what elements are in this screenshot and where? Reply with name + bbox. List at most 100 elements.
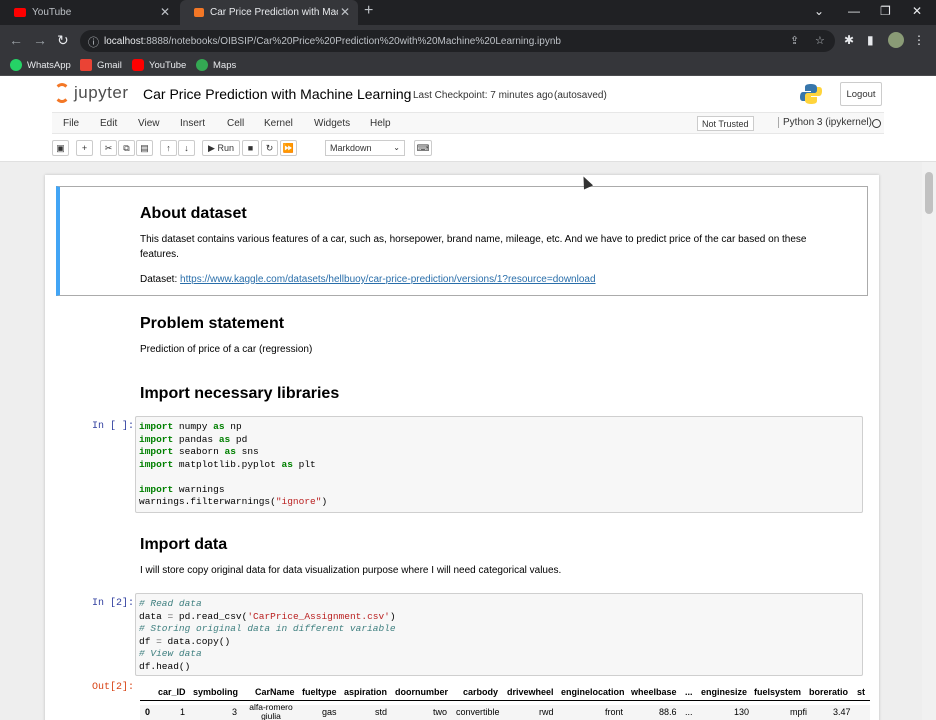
problem-text: Prediction of price of a car (regression… — [140, 344, 313, 355]
info-icon[interactable]: ⓘ — [88, 34, 99, 50]
python-logo-icon — [800, 84, 822, 104]
scrollbar-thumb[interactable] — [925, 172, 933, 214]
share-icon[interactable]: ⇪ — [790, 34, 799, 47]
insert-cell-icon[interactable]: + — [76, 140, 93, 156]
notebook-title[interactable]: Car Price Prediction with Machine Learni… — [143, 86, 411, 102]
bookmark-label: WhatsApp — [27, 59, 71, 71]
table-cell: 3.47 — [833, 707, 851, 717]
table-row: 0 1 3 alfa-romero giulia gas std two con… — [140, 702, 870, 720]
window-close-button[interactable]: ✕ — [912, 4, 922, 18]
about-heading: About dataset — [140, 205, 247, 222]
dataset-line: Dataset: https://www.kaggle.com/datasets… — [140, 272, 596, 287]
logout-button[interactable]: Logout — [840, 82, 882, 106]
table-cell: convertible — [456, 707, 500, 717]
tab-title: Car Price Prediction with Machin — [210, 7, 338, 18]
side-panel-icon[interactable]: ▮ — [867, 33, 874, 47]
menu-kernel[interactable]: Kernel — [264, 118, 293, 129]
new-tab-button[interactable]: + — [364, 2, 373, 20]
column-header: car_ID — [158, 687, 186, 697]
menu-edit[interactable]: Edit — [100, 118, 117, 129]
tab-youtube[interactable]: YouTube ✕ — [0, 0, 178, 25]
jupyter-icon — [194, 8, 204, 17]
kernel-status-icon — [872, 119, 881, 128]
close-icon[interactable]: ✕ — [160, 5, 170, 19]
autosave-status: (autosaved) — [554, 90, 607, 101]
tab-title: YouTube — [32, 7, 72, 18]
save-icon[interactable]: ▣ — [52, 140, 69, 156]
table-cell: ... — [685, 707, 693, 717]
notebook-toolbar: ▣ + ✂ ⧉ ▤ ↑ ↓ ▶ Run ■ ↻ ⏩ Markdown ⌄ ⌨ — [52, 138, 884, 160]
url-field[interactable]: ⓘ localhost:8888/notebooks/OIBSIP/Car%20… — [80, 30, 835, 52]
run-label: Run — [217, 143, 234, 153]
notebook-menubar: File Edit View Insert Cell Kernel Widget… — [52, 112, 884, 134]
address-bar-row: ← → ↻ ⓘ localhost:8888/notebooks/OIBSIP/… — [0, 25, 936, 56]
run-button[interactable]: ▶ Run — [202, 140, 240, 156]
url-host: localhost — [104, 35, 144, 47]
table-cell: two — [433, 707, 448, 717]
column-header: aspiration — [344, 687, 388, 697]
import-data-text: I will store copy original data for data… — [140, 565, 562, 576]
cut-icon[interactable]: ✂ — [100, 140, 117, 156]
menu-widgets[interactable]: Widgets — [314, 118, 350, 129]
forward-icon[interactable]: → — [33, 32, 47, 48]
minimize-button[interactable]: — — [848, 4, 860, 18]
paste-icon[interactable]: ▤ — [136, 140, 153, 156]
notebook-container: About dataset This dataset contains vari… — [0, 162, 936, 720]
jupyter-logo-text: jupyter — [74, 83, 129, 102]
reload-icon[interactable]: ↻ — [57, 32, 69, 49]
close-icon[interactable]: ✕ — [340, 5, 350, 19]
bookmark-whatsapp[interactable]: WhatsApp — [10, 59, 71, 71]
table-cell: alfa-romero giulia — [249, 702, 293, 720]
run-icon: ▶ — [208, 142, 218, 153]
bookmark-youtube[interactable]: YouTube — [132, 59, 186, 71]
code-cell-imports[interactable]: import numpy as np import pandas as pd i… — [135, 416, 863, 513]
menu-cell[interactable]: Cell — [227, 118, 244, 129]
restart-icon[interactable]: ↻ — [261, 140, 278, 156]
column-header: st — [857, 687, 866, 697]
output-prompt: Out[2]: — [92, 682, 135, 693]
input-prompt: In [ ]: — [92, 421, 135, 432]
column-header: enginesize — [701, 687, 748, 697]
trust-status-button[interactable]: Not Trusted — [697, 116, 754, 131]
back-icon[interactable]: ← — [9, 32, 23, 48]
bookmark-maps[interactable]: Maps — [196, 59, 236, 71]
copy-icon[interactable]: ⧉ — [118, 140, 135, 156]
column-header: CarName — [255, 687, 295, 697]
table-cell: rwd — [539, 707, 554, 717]
row-index: 0 — [145, 707, 151, 717]
notebook-page: About dataset This dataset contains vari… — [45, 175, 879, 720]
about-text: This dataset contains various features o… — [140, 234, 807, 260]
maximize-button[interactable]: ❐ — [880, 4, 891, 18]
column-header: wheelbase — [631, 687, 677, 697]
restart-run-all-icon[interactable]: ⏩ — [280, 140, 297, 156]
maps-icon — [196, 59, 208, 71]
column-header: symboling — [193, 687, 239, 697]
page-scrollbar[interactable] — [922, 162, 936, 720]
menu-view[interactable]: View — [138, 118, 160, 129]
bookmark-star-icon[interactable]: ☆ — [815, 34, 825, 47]
tab-notebook[interactable]: Car Price Prediction with Machin ✕ — [180, 0, 358, 25]
menu-kebab-icon[interactable]: ⋮ — [913, 33, 925, 47]
table-cell: gas — [322, 707, 337, 717]
column-header: enginelocation — [561, 687, 625, 697]
code-cell-read-data[interactable]: # Read data data = pd.read_csv('CarPrice… — [135, 593, 863, 676]
menu-help[interactable]: Help — [370, 118, 391, 129]
move-down-icon[interactable]: ↓ — [178, 140, 195, 156]
cell-type-select[interactable]: Markdown ⌄ — [325, 140, 405, 156]
extensions-icon[interactable]: ✱ — [844, 33, 854, 47]
bookmark-gmail[interactable]: Gmail — [80, 59, 122, 71]
menu-file[interactable]: File — [63, 118, 79, 129]
command-palette-icon[interactable]: ⌨ — [414, 140, 432, 156]
column-header: ... — [685, 687, 693, 697]
bookmark-label: YouTube — [149, 59, 187, 71]
profile-avatar[interactable] — [888, 32, 904, 48]
bookmark-label: Gmail — [97, 59, 122, 71]
move-up-icon[interactable]: ↑ — [160, 140, 177, 156]
menu-insert[interactable]: Insert — [180, 118, 205, 129]
interrupt-icon[interactable]: ■ — [242, 140, 259, 156]
import-data-heading: Import data — [140, 536, 228, 553]
dataset-link[interactable]: https://www.kaggle.com/datasets/hellbuoy… — [180, 274, 596, 285]
jupyter-logo[interactable]: jupyter — [54, 83, 129, 103]
youtube-icon — [132, 59, 144, 71]
tab-search-icon[interactable]: ⌄ — [814, 4, 824, 18]
